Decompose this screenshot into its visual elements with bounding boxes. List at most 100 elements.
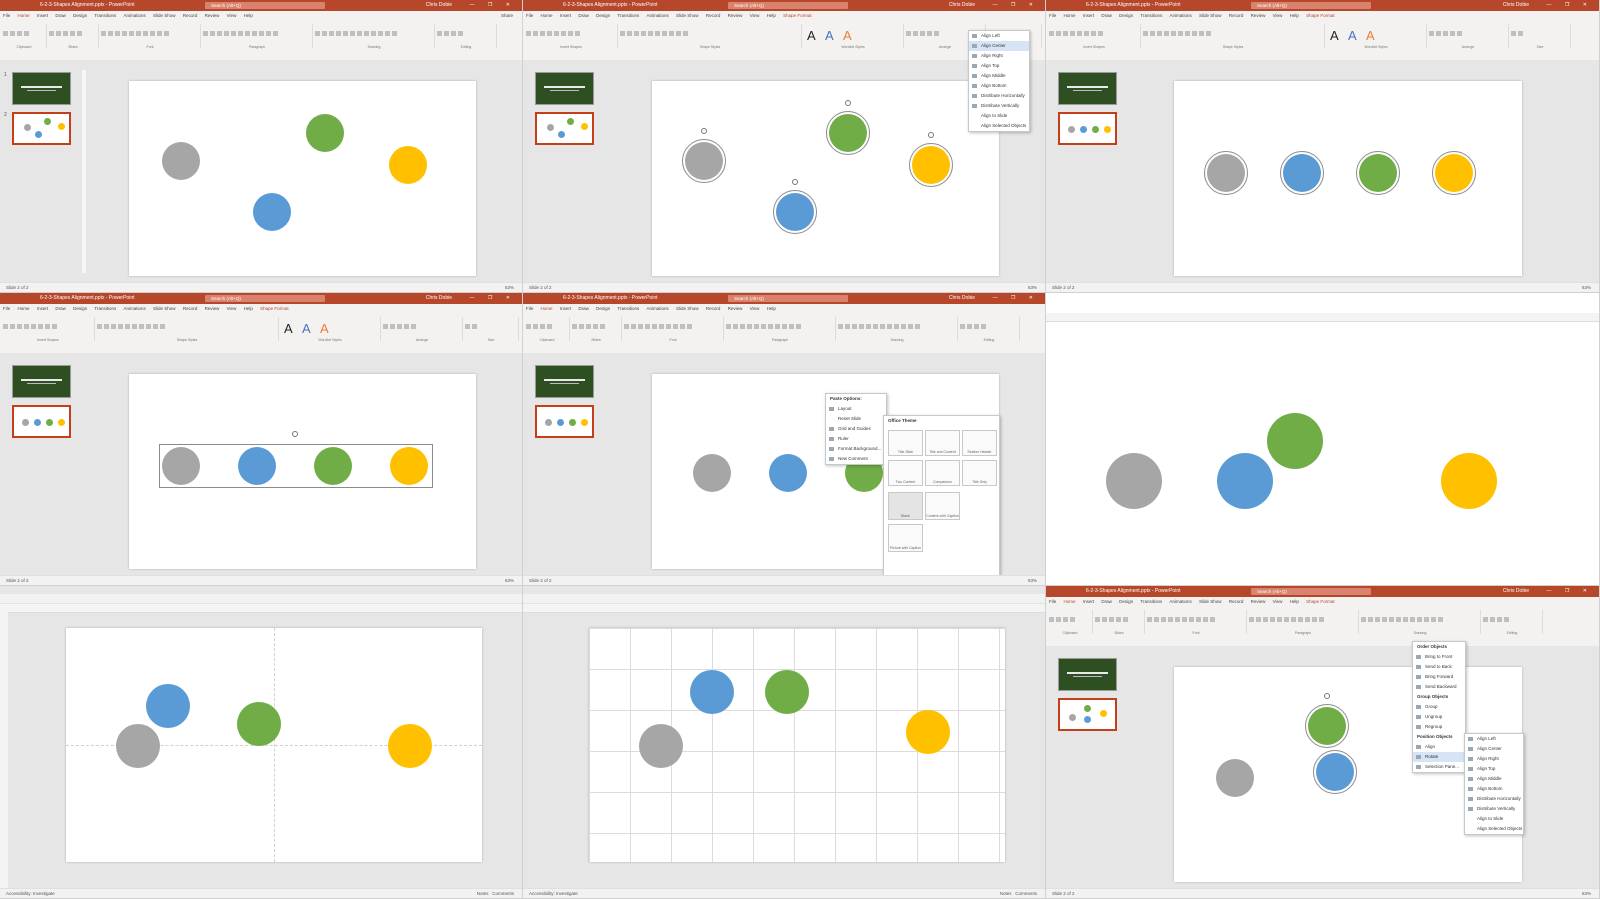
editing-group[interactable]: Editing (1482, 610, 1543, 635)
accessibility-status[interactable]: Accessibility: Investigate (529, 889, 578, 898)
layout-content-caption[interactable]: Content with Caption (925, 492, 960, 520)
context-new-comment-item[interactable]: New Comment (826, 454, 886, 464)
tab-review[interactable]: Review (1251, 11, 1266, 21)
tab-insert[interactable]: Insert (560, 304, 571, 314)
quick-access-toolbar[interactable] (523, 594, 1045, 604)
tab-view[interactable]: View (750, 11, 760, 21)
rotate-handle-icon[interactable] (1324, 693, 1330, 699)
insert-shapes-group[interactable]: Insert Shapes (2, 317, 95, 342)
tab-help[interactable]: Help (767, 304, 776, 314)
green-circle[interactable] (306, 114, 344, 152)
send-backward-item[interactable]: Send Backward (1413, 682, 1465, 692)
layout-blank[interactable]: Blank (888, 492, 923, 520)
gray-circle[interactable] (1216, 759, 1254, 797)
tab-slideshow[interactable]: Slide Show (153, 304, 176, 314)
slide-thumbnail-1[interactable] (535, 72, 594, 105)
notes-button[interactable]: Notes (1000, 891, 1012, 896)
tab-animations[interactable]: Animations (1170, 597, 1192, 607)
bring-to-front-item[interactable]: Bring to Front (1413, 652, 1465, 662)
tab-design[interactable]: Design (596, 11, 610, 21)
wordart-style-3[interactable]: A (320, 321, 329, 337)
slide-canvas[interactable] (129, 81, 476, 276)
tab-insert[interactable]: Insert (1083, 11, 1094, 21)
slide-thumbnail-2[interactable] (12, 112, 71, 145)
insert-shapes-group[interactable]: Insert Shapes (525, 24, 618, 49)
tab-design[interactable]: Design (73, 11, 87, 21)
wordart-group[interactable]: A A A WordArt Styles (803, 24, 904, 49)
slides-group[interactable]: Slides (571, 317, 622, 342)
rotate-handle-icon[interactable] (845, 100, 851, 106)
blue-circle-selected[interactable] (1280, 151, 1324, 195)
send-to-back-item[interactable]: Send to Back (1413, 662, 1465, 672)
wordart-style-3[interactable]: A (843, 28, 852, 44)
align-item[interactable]: Align (1413, 742, 1465, 752)
green-circle[interactable] (765, 670, 809, 714)
align-right-item[interactable]: Align Right (1465, 754, 1523, 764)
align-bottom-item[interactable]: Align Bottom (969, 81, 1029, 91)
green-circle[interactable] (237, 702, 281, 746)
blue-circle[interactable] (253, 193, 291, 231)
tab-review[interactable]: Review (728, 304, 743, 314)
tab-help[interactable]: Help (1290, 597, 1299, 607)
align-top-item[interactable]: Align Top (969, 61, 1029, 71)
slide-thumbnail-1[interactable] (1058, 72, 1117, 105)
align-middle-item[interactable]: Align Middle (969, 71, 1029, 81)
slides-group[interactable]: Slides (48, 24, 99, 49)
clipboard-group[interactable]: Clipboard (2, 24, 47, 49)
search-box[interactable]: Search (Alt+Q) (205, 295, 325, 302)
font-group[interactable]: Font (1146, 610, 1247, 635)
zoom-level[interactable]: 63% (505, 283, 514, 292)
gray-circle[interactable] (162, 447, 200, 485)
gray-circle[interactable] (116, 724, 160, 768)
tab-record[interactable]: Record (706, 11, 721, 21)
layout-section-header[interactable]: Section Header (962, 430, 997, 456)
search-box[interactable]: Search (Alt+Q) (1251, 2, 1371, 9)
align-to-slide-item[interactable]: Align to Slide (969, 111, 1029, 121)
notes-button[interactable]: Notes (477, 891, 489, 896)
wordart-style-2[interactable]: A (302, 321, 311, 337)
yellow-circle-selected[interactable] (909, 143, 953, 187)
zoom-level[interactable]: 63% (1582, 283, 1591, 292)
search-box[interactable]: Search (Alt+Q) (728, 2, 848, 9)
clipboard-group[interactable]: Clipboard (1048, 610, 1093, 635)
paragraph-group[interactable]: Paragraph (725, 317, 836, 342)
zoom-level[interactable]: 63% (1582, 889, 1591, 898)
align-selected-objects-item[interactable]: Align Selected Objects (1465, 824, 1523, 834)
gray-circle[interactable] (1106, 453, 1162, 509)
selection-pane-item[interactable]: Selection Pane... (1413, 762, 1465, 772)
paragraph-group[interactable]: Paragraph (1248, 610, 1359, 635)
tab-draw[interactable]: Draw (1101, 11, 1112, 21)
tab-draw[interactable]: Draw (55, 11, 66, 21)
arrange-group[interactable]: Arrange (382, 317, 463, 342)
align-center-item[interactable]: Align Center (1465, 744, 1523, 754)
editing-group[interactable]: Editing (436, 24, 497, 49)
slide-thumbnail-2[interactable] (12, 405, 71, 438)
yellow-circle[interactable] (388, 724, 432, 768)
share-button[interactable]: Share (501, 11, 513, 21)
tab-home[interactable]: Home (18, 304, 30, 314)
distribute-vertically-item[interactable]: Distribute Vertically (969, 101, 1029, 111)
size-group[interactable]: Size (464, 317, 519, 342)
align-selected-objects-item[interactable]: Align Selected Objects (969, 121, 1029, 131)
tab-transitions[interactable]: Transitions (617, 11, 639, 21)
tab-record[interactable]: Record (706, 304, 721, 314)
slides-group[interactable]: Slides (1094, 610, 1145, 635)
slide-thumbnail-1[interactable] (12, 365, 71, 398)
layout-comparison[interactable]: Comparison (925, 460, 960, 486)
tab-record[interactable]: Record (1229, 11, 1244, 21)
tab-file[interactable]: File (1049, 11, 1056, 21)
tab-insert[interactable]: Insert (37, 11, 48, 21)
tab-draw[interactable]: Draw (55, 304, 66, 314)
tab-transitions[interactable]: Transitions (1140, 597, 1162, 607)
align-right-item[interactable]: Align Right (969, 51, 1029, 61)
align-to-slide-item[interactable]: Align to Slide (1465, 814, 1523, 824)
window-controls[interactable]: — ❐ ✕ (1547, 586, 1593, 597)
window-controls[interactable]: — ❐ ✕ (470, 293, 516, 304)
layout-title-content[interactable]: Title and Content (925, 430, 960, 456)
tab-design[interactable]: Design (596, 304, 610, 314)
shape-styles-group[interactable]: Shape Styles (1142, 24, 1325, 49)
tab-shape-format[interactable]: Shape Format (260, 304, 289, 314)
tab-file[interactable]: File (1049, 597, 1056, 607)
tab-record[interactable]: Record (183, 11, 198, 21)
blue-circle[interactable] (238, 447, 276, 485)
